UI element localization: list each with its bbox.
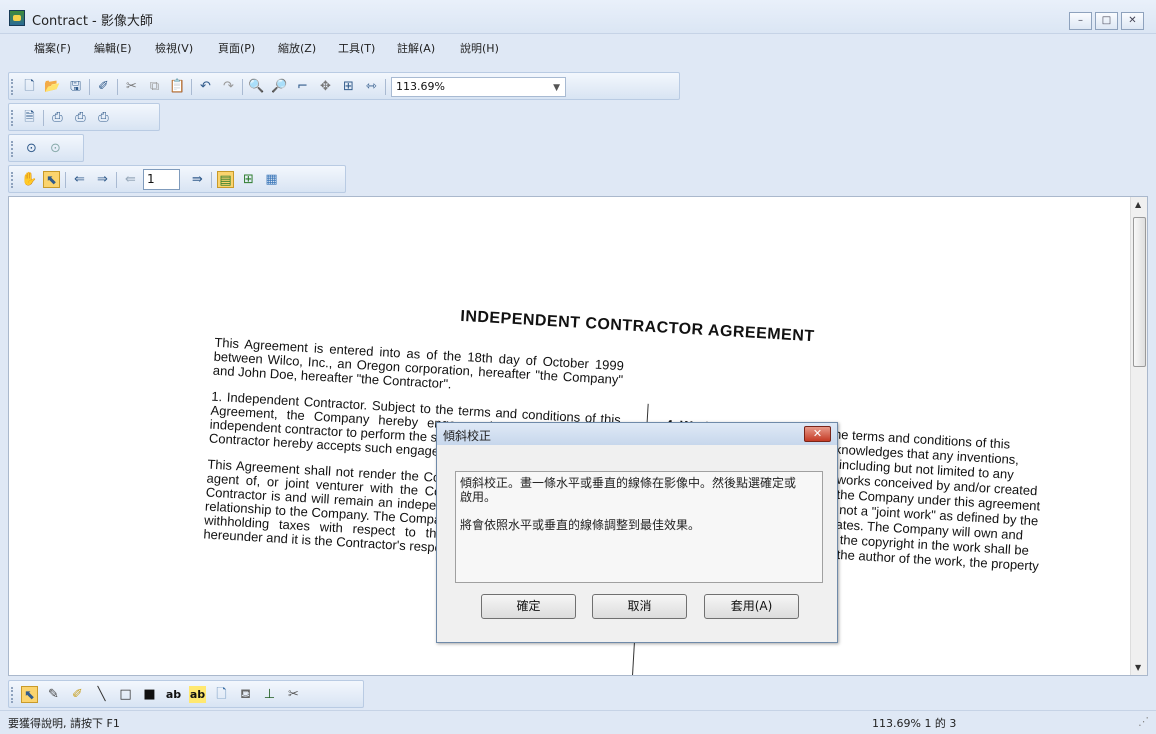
minimize-button[interactable]: – <box>1069 12 1092 30</box>
next-page-icon[interactable]: ⇛ <box>189 171 206 188</box>
toolbar-grip[interactable] <box>11 79 14 95</box>
zoom-in-icon[interactable]: 🔍 <box>248 78 265 95</box>
crop-icon[interactable]: ✂ <box>285 686 302 703</box>
chevron-down-icon[interactable]: ▼ <box>553 79 560 97</box>
toolbar-grip[interactable] <box>11 687 14 703</box>
new-icon[interactable]: 🗋 <box>21 78 38 95</box>
thumbnail-icon[interactable]: ▦ <box>263 171 280 188</box>
prev-page-icon[interactable]: ⇚ <box>122 171 139 188</box>
menu-tools[interactable]: 工具(T) <box>338 40 375 56</box>
menu-help[interactable]: 說明(H) <box>460 40 499 56</box>
next-image-icon[interactable]: ⇒ <box>94 171 111 188</box>
rotate-right-icon[interactable]: ⊙ <box>47 140 64 157</box>
menu-zoom[interactable]: 縮放(Z) <box>278 40 316 56</box>
scroll-down-icon[interactable]: ▼ <box>1135 663 1141 672</box>
note-icon[interactable]: 🗋 <box>213 686 230 703</box>
maximize-button[interactable]: □ <box>1095 12 1118 30</box>
dialog-message: 傾斜校正。畫一條水平或垂直的線條在影像中。然後點選確定或 啟用。 將會依照水平或… <box>455 471 823 583</box>
fit-width-icon[interactable]: ⇿ <box>363 78 380 95</box>
dialog-title-bar: 傾斜校正 ✕ <box>437 423 837 445</box>
scrollbar-thumb[interactable] <box>1133 217 1146 367</box>
hand-icon[interactable]: ✋ <box>21 171 38 188</box>
toolbar-separator <box>385 79 386 95</box>
close-window-button[interactable]: ✕ <box>1121 12 1144 30</box>
navigation-toolbar: ✋ ⬉ ⇐ ⇒ ⇚ 1 ⇛ ▤ ⊞ ▦ <box>8 165 346 193</box>
print-setup-icon[interactable]: ⎙ <box>72 109 89 126</box>
toolbar-separator <box>65 172 66 188</box>
toolbar-separator <box>242 79 243 95</box>
filled-rect-icon[interactable]: ■ <box>141 686 158 703</box>
annotation-toolbar: ⬉ ✎ ✐ ╲ □ ■ ab ab 🗋 ⛾ ⊥ ✂ <box>8 680 364 708</box>
scroll-up-icon[interactable]: ▲ <box>1135 200 1141 209</box>
menu-annotate[interactable]: 註解(A) <box>397 40 435 56</box>
status-zoom-page: 113.69% 1 的 3 <box>872 717 957 730</box>
open-icon[interactable]: 📂 <box>44 78 61 95</box>
print-preview-icon[interactable]: 🗎 <box>21 109 38 126</box>
dialog-close-button[interactable]: ✕ <box>804 426 831 442</box>
deskew-dialog: 傾斜校正 ✕ 傾斜校正。畫一條水平或垂直的線條在影像中。然後點選確定或 啟用。 … <box>436 422 838 643</box>
apply-button[interactable]: 套用(A) <box>704 594 799 619</box>
text-highlight-icon[interactable]: ab <box>189 686 206 703</box>
zoom-select[interactable]: 113.69% ▼ <box>391 77 566 97</box>
marker-icon[interactable]: ✐ <box>69 686 86 703</box>
toolbar-separator <box>117 79 118 95</box>
toolbar-grip[interactable] <box>11 141 14 157</box>
window-title: Contract - 影像大師 <box>32 14 153 29</box>
single-page-icon[interactable]: ▤ <box>217 171 234 188</box>
multi-page-icon[interactable]: ⊞ <box>240 171 257 188</box>
toolbar-separator <box>89 79 90 95</box>
highlighter-icon[interactable]: ✎ <box>45 686 62 703</box>
status-help: 要獲得說明, 請按下 F1 <box>8 717 120 730</box>
resize-grip-icon[interactable]: ⋰ <box>1138 715 1149 728</box>
hollow-rect-icon[interactable]: □ <box>117 686 134 703</box>
menu-edit[interactable]: 編輯(E) <box>94 40 132 56</box>
zoom-value: 113.69% <box>396 80 445 93</box>
zoom-out-icon[interactable]: 🔎 <box>271 78 288 95</box>
fit-page-icon[interactable]: ⊞ <box>340 78 357 95</box>
ok-button[interactable]: 確定 <box>481 594 576 619</box>
toolbar-separator <box>43 110 44 126</box>
vertical-scrollbar[interactable]: ▲ ▼ <box>1130 197 1147 675</box>
save-icon[interactable]: 🖫 <box>67 78 84 95</box>
menu-file[interactable]: 檔案(F) <box>34 40 71 56</box>
title-bar: Contract - 影像大師 – □ ✕ <box>0 0 1156 34</box>
rotate-toolbar: ⊙ ⊙ <box>8 134 84 162</box>
status-bar: 要獲得說明, 請按下 F1 113.69% 1 的 3 ⋰ <box>0 710 1156 734</box>
print-icon[interactable]: ⎙ <box>49 109 66 126</box>
toolbar-grip[interactable] <box>11 172 14 188</box>
select-arrow-icon[interactable]: ⬉ <box>21 686 38 703</box>
print-toolbar: 🗎 ⎙ ⎙ ⎙ <box>8 103 160 131</box>
select-arrow-icon[interactable]: ⬉ <box>43 171 60 188</box>
rotate-left-icon[interactable]: ⊙ <box>23 140 40 157</box>
pushpin-icon[interactable]: ⊥ <box>261 686 278 703</box>
main-toolbar: 🗋 📂 🖫 ✐ ✂ ⧉ 📋 ↶ ↷ 🔍 🔎 ⌐ ✥ ⊞ ⇿ 113.69% ▼ <box>8 72 680 100</box>
paste-icon[interactable]: 📋 <box>169 78 186 95</box>
toolbar-separator <box>116 172 117 188</box>
page-number-input[interactable]: 1 <box>143 169 180 190</box>
prev-image-icon[interactable]: ⇐ <box>71 171 88 188</box>
dialog-title: 傾斜校正 <box>443 429 492 443</box>
undo-icon[interactable]: ↶ <box>197 78 214 95</box>
pan-icon[interactable]: ✥ <box>317 78 334 95</box>
copy-icon[interactable]: ⧉ <box>146 78 163 95</box>
print-current-icon[interactable]: ⎙ <box>95 109 112 126</box>
menu-page[interactable]: 頁面(P) <box>218 40 255 56</box>
text-icon[interactable]: ab <box>165 686 182 703</box>
toolbar-grip[interactable] <box>11 110 14 126</box>
document-title: INDEPENDENT CONTRACTOR AGREEMENT <box>459 307 815 346</box>
cancel-button[interactable]: 取消 <box>592 594 687 619</box>
toolbar-separator <box>191 79 192 95</box>
stamp-icon[interactable]: ⛾ <box>237 686 254 703</box>
menu-view[interactable]: 檢視(V) <box>155 40 193 56</box>
cut-icon[interactable]: ✂ <box>123 78 140 95</box>
toolbar-separator <box>211 172 212 188</box>
menu-bar: 檔案(F) 編輯(E) 檢視(V) 頁面(P) 縮放(Z) 工具(T) 註解(A… <box>0 34 1156 60</box>
eraser-icon[interactable]: ✐ <box>95 78 112 95</box>
app-icon <box>9 10 25 26</box>
zoom-select-icon[interactable]: ⌐ <box>294 78 311 95</box>
line-icon[interactable]: ╲ <box>93 686 110 703</box>
redo-icon[interactable]: ↷ <box>220 78 237 95</box>
